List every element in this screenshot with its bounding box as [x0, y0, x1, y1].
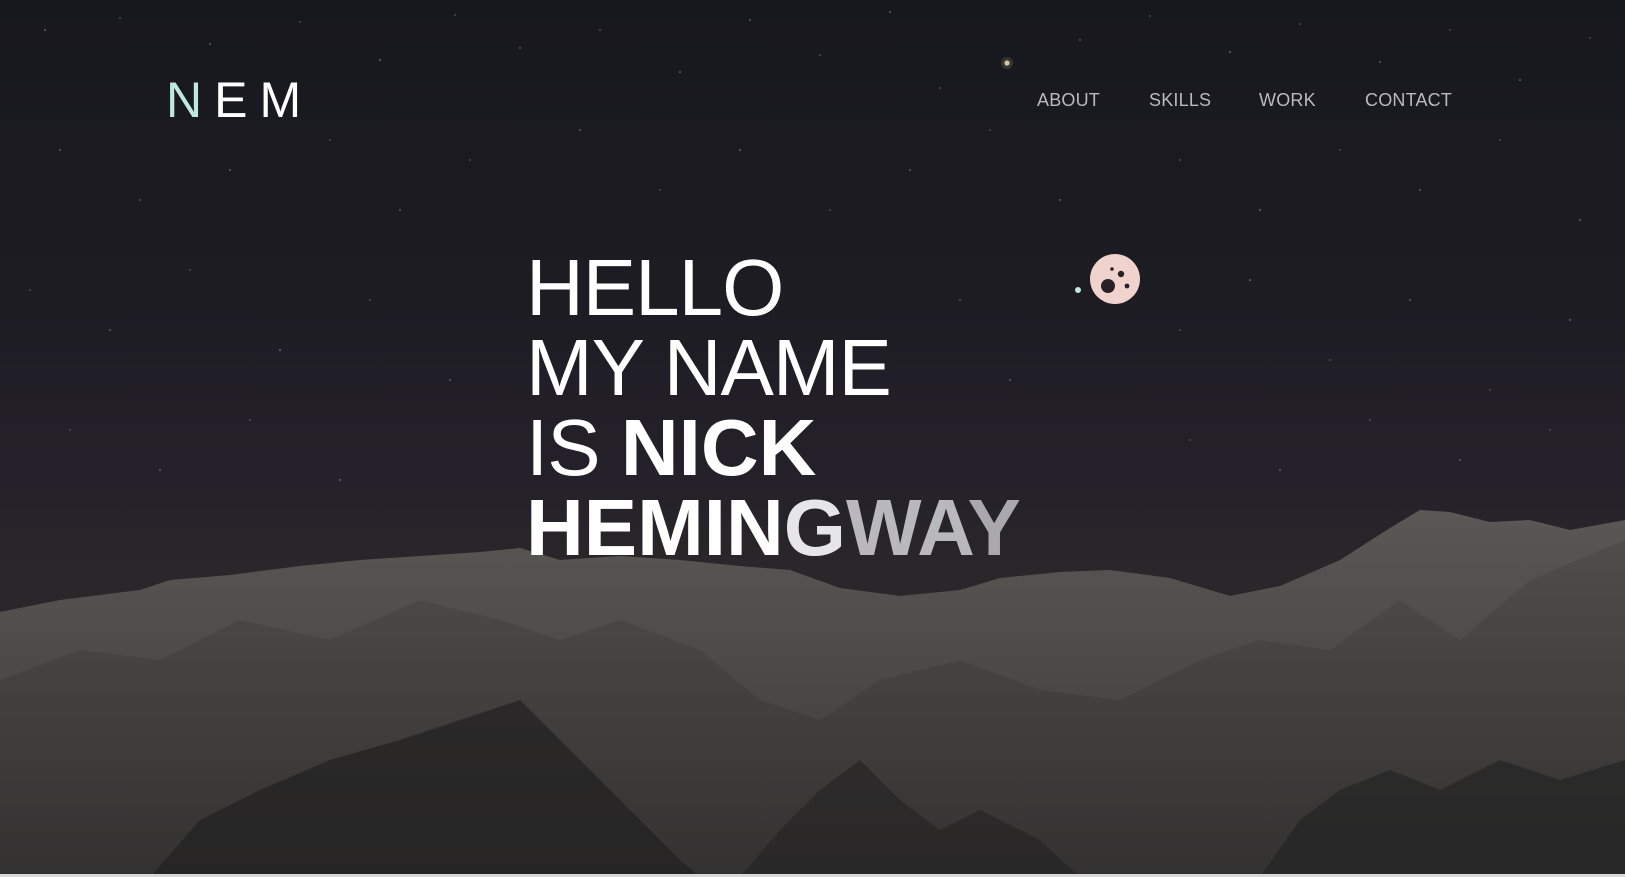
last-name-part-3: WA: [846, 483, 968, 572]
site-logo[interactable]: NEM: [166, 74, 313, 126]
last-name-part-2: G: [783, 483, 847, 572]
logo-rest: EM: [214, 72, 314, 128]
last-name-part-4: Y: [967, 483, 1021, 572]
hero-is-text: IS: [526, 403, 621, 492]
hero-first-name: NICK: [620, 403, 817, 492]
hero-line-hello: HELLO: [526, 243, 784, 332]
logo-first-letter: N: [166, 72, 215, 128]
hero-heading: HELLO MY NAME IS NICK HEMINGWAY: [526, 248, 1021, 568]
hero-page: NEM ABOUT SKILLS WORK CONTACT HELLO MY N…: [0, 0, 1625, 877]
nav-link-about[interactable]: ABOUT: [1037, 88, 1100, 112]
nav-link-contact[interactable]: CONTACT: [1365, 88, 1452, 112]
hero-line-my-name: MY NAME: [526, 323, 892, 412]
hero-last-name: HEMINGWAY: [526, 488, 1021, 568]
hero-line-is-nick: IS NICK: [526, 408, 1021, 488]
nav-link-work[interactable]: WORK: [1259, 88, 1316, 112]
nav-link-skills[interactable]: SKILLS: [1149, 88, 1211, 112]
planet-icon: [1075, 254, 1140, 304]
last-name-part-1: HEMIN: [526, 483, 784, 572]
